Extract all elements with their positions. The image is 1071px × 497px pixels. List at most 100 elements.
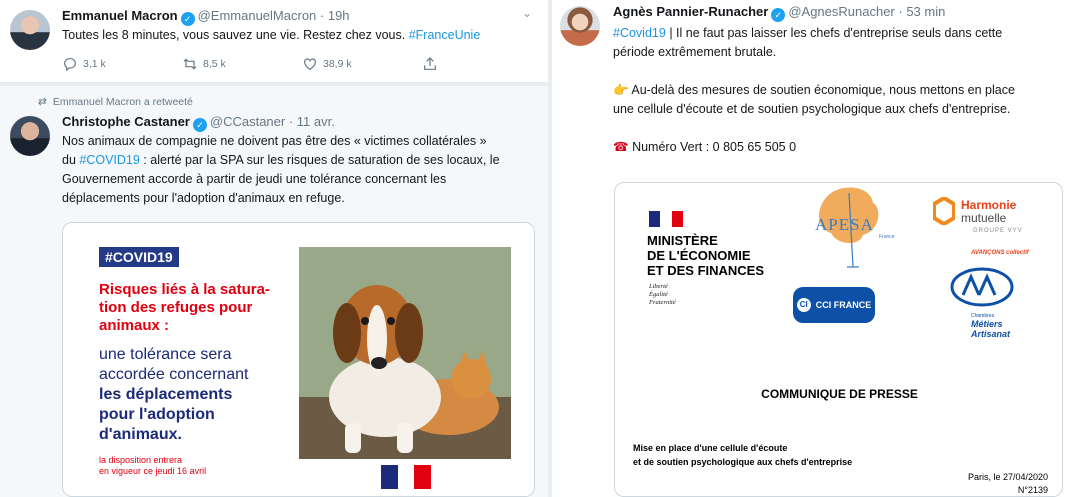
- red-line: tion des refuges pour: [99, 299, 253, 316]
- ministry-line: DE L'ÉCONOMIE: [647, 248, 751, 263]
- motto-line: Fraternité: [649, 299, 676, 306]
- verified-icon: ✓: [771, 8, 786, 22]
- blue-bold-line: les déplacements: [99, 386, 233, 403]
- tweet-time[interactable]: · 53 min: [898, 4, 945, 19]
- author-handle[interactable]: @EmmanuelMacron: [198, 8, 317, 23]
- like-count: 38,9 k: [323, 58, 352, 70]
- heart-icon: [304, 58, 316, 71]
- hashtag-link[interactable]: #Covid19: [613, 26, 666, 40]
- card-small-note: la disposition entrera en vigueur ce jeu…: [99, 455, 259, 477]
- author-name[interactable]: Christophe Castaner: [62, 114, 190, 129]
- ministry-line: MINISTÈRE: [647, 233, 718, 248]
- apesa-logo-sub: France: [879, 234, 895, 240]
- tweet-line: Nos animaux de compagnie ne doivent pas …: [62, 134, 487, 148]
- tweet-line: #Covid19 | Il ne faut pas laisser les ch…: [613, 24, 1063, 43]
- tweet-line: déplacements pour l'adoption d'animaux e…: [62, 191, 345, 205]
- press-release-card[interactable]: MINISTÈRE DE L'ÉCONOMIE ET DES FINANCES …: [614, 182, 1063, 497]
- avatar-macron[interactable]: [10, 10, 50, 50]
- blue-line: accordée concernant: [99, 366, 249, 383]
- blue-line: une tolérance sera: [99, 346, 232, 363]
- subject-line: et de soutien psychologique aux chefs d'…: [633, 457, 853, 467]
- note-line: la disposition entrera: [99, 455, 183, 465]
- pointing-hand-icon: 👉: [613, 83, 629, 97]
- tweet-fragment: Au-delà des mesures de soutien économiqu…: [631, 83, 1015, 97]
- like-button[interactable]: 38,9 k: [302, 56, 422, 72]
- tweet-header: Christophe Castaner ✓ @CCastaner · 11 avr.: [62, 114, 335, 132]
- red-line: animaux :: [99, 317, 170, 334]
- author-handle[interactable]: @CCastaner: [210, 114, 285, 129]
- reply-button[interactable]: 3,1 k: [62, 56, 182, 72]
- tweet-header: Emmanuel Macron ✓ @EmmanuelMacron · 19h: [62, 8, 350, 26]
- harmonie-tagline: AVANÇONS collectif: [971, 250, 1029, 256]
- motto-line: Égalité: [649, 291, 668, 298]
- note-line: en vigueur ce jeudi 16 avril: [99, 466, 207, 476]
- press-release-subject: Mise en place d'une cellule d'écoute et …: [633, 441, 852, 469]
- tweet-macron[interactable]: Emmanuel Macron ✓ @EmmanuelMacron · 19h ⌄ …: [0, 0, 548, 82]
- avatar-apr[interactable]: [560, 6, 600, 46]
- tweet-fragment: : alerté par la SPA sur les risques de s…: [143, 153, 500, 167]
- card-red-heading: Risques liés à la satura- tion des refug…: [99, 281, 277, 335]
- tweet-time[interactable]: · 11 avr.: [289, 114, 335, 129]
- blue-bold-line: d'animaux.: [99, 426, 182, 443]
- tweet-line: du #COVID19 : alerté par la SPA sur les …: [62, 151, 542, 170]
- tweet-fragment: | Il ne faut pas laisser les chefs d'ent…: [669, 26, 1003, 40]
- cma-line: Artisanat: [971, 329, 1011, 339]
- hashtag-link[interactable]: #COVID19: [79, 153, 139, 167]
- cci-label: CCI FRANCE: [815, 300, 872, 310]
- dog-cat-photo: [299, 247, 511, 459]
- marianne-flag-logo: [649, 211, 683, 227]
- author-name[interactable]: Agnès Pannier-Runacher: [613, 4, 768, 19]
- avatar-castaner[interactable]: [10, 116, 50, 156]
- cci-france-logo: CI CCI FRANCE: [793, 287, 875, 323]
- tweet-text: Toutes les 8 minutes, vous sauvez une vi…: [62, 26, 480, 45]
- tweet-line: 👉 Au-delà des mesures de soutien économi…: [613, 81, 1063, 100]
- reply-icon: [64, 58, 76, 72]
- chevron-down-icon[interactable]: ⌄: [522, 6, 532, 20]
- hashtag-link[interactable]: #FranceUnie: [409, 28, 481, 42]
- tweet-fragment: Numéro Vert : 0 805 65 505 0: [632, 140, 797, 154]
- share-button[interactable]: [422, 56, 438, 72]
- card-blue-text: une tolérance sera accordée concernant l…: [99, 345, 285, 445]
- retweet-context-text[interactable]: Emmanuel Macron a retweeté: [53, 96, 193, 108]
- tweet-time[interactable]: · 19h: [320, 8, 350, 23]
- subject-line: Mise en place d'une cellule d'écoute: [633, 443, 788, 453]
- share-icon: [424, 57, 436, 70]
- motto-line: Liberté: [649, 283, 668, 290]
- retweet-button[interactable]: 8,5 k: [182, 56, 302, 72]
- retweet-small-icon: ⇄: [38, 96, 47, 108]
- cma-line: Métiers: [971, 319, 1003, 329]
- tweet-line: ☎ Numéro Vert : 0 805 65 505 0: [613, 138, 1063, 157]
- tweet-line: Gouvernement accorde à partir de jeudi u…: [62, 172, 447, 186]
- date-line: Paris, le 27/04/2020: [967, 472, 1048, 482]
- cci-mark-icon: CI: [796, 298, 811, 312]
- tweet-header: Agnès Pannier-Runacher ✓ @AgnesRunacher · …: [613, 4, 945, 22]
- cma-name: Métiers Artisanat: [971, 319, 1010, 339]
- cma-logo-graphic: [950, 267, 1014, 307]
- press-release-date: Paris, le 27/04/2020 N°2139: [967, 471, 1048, 496]
- press-release-title: COMMUNIQUE DE PRESSE: [761, 387, 918, 401]
- tweet-text: Nos animaux de compagnie ne doivent pas …: [62, 132, 542, 208]
- tweet-text: #Covid19 | Il ne faut pas laisser les ch…: [613, 24, 1063, 157]
- tweet-line: période extrêmement brutale.: [613, 45, 777, 59]
- author-handle[interactable]: @AgnesRunacher: [788, 4, 894, 19]
- tweet-fragment: du: [62, 153, 76, 167]
- retweet-context: ⇄ Emmanuel Macron a retweeté: [38, 96, 193, 108]
- retweet-count: 8,5 k: [203, 58, 226, 70]
- ministry-line: ET DES FINANCES: [647, 263, 765, 278]
- harmonie-subtitle: mutuelle: [961, 211, 1007, 225]
- tweet-image-card[interactable]: #COVID19 Risques liés à la satura- tion …: [62, 222, 535, 497]
- verified-icon: ✓: [180, 12, 195, 26]
- tweet-line: une cellule d'écoute et de soutien psych…: [613, 102, 1011, 116]
- red-line: Risques liés à la satura-: [99, 281, 270, 298]
- author-name[interactable]: Emmanuel Macron: [62, 8, 178, 23]
- republic-motto: Liberté Égalité Fraternité: [649, 283, 676, 307]
- covid-tag: #COVID19: [99, 247, 179, 267]
- verified-icon: ✓: [192, 118, 207, 132]
- apesa-logo-text: APESA: [815, 215, 874, 234]
- blue-bold-line: pour l'adoption: [99, 406, 215, 423]
- tweet-actions: 3,1 k 8,5 k 38,9 k: [62, 56, 438, 72]
- telephone-icon: ☎: [613, 140, 629, 154]
- release-number: N°2139: [1017, 485, 1048, 495]
- republique-francaise-logo: [381, 465, 431, 489]
- reply-count: 3,1 k: [83, 58, 106, 70]
